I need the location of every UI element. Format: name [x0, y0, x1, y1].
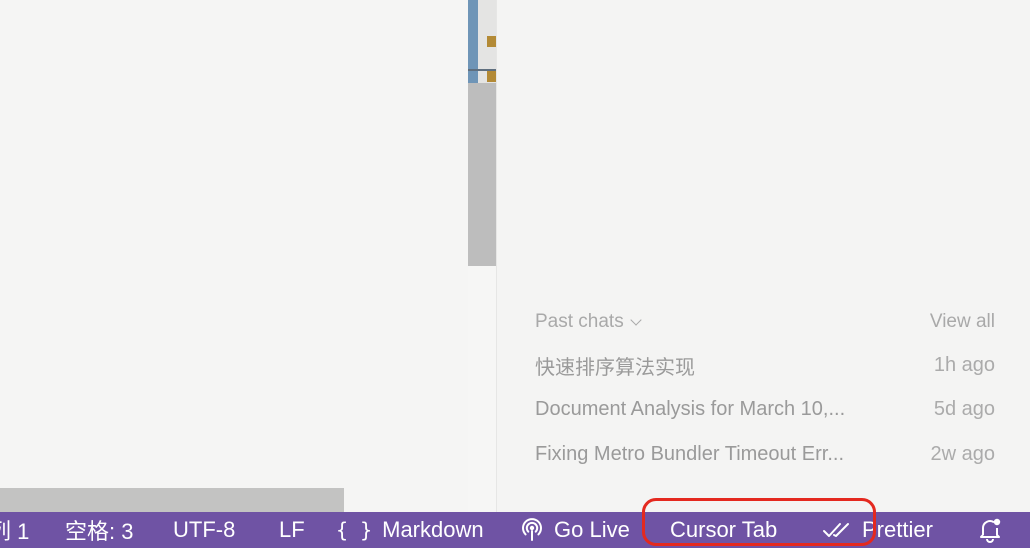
chat-item-title: Document Analysis for March 10,...	[535, 398, 846, 421]
chevron-down-icon	[630, 313, 642, 326]
go-live-button[interactable]: Go Live	[520, 512, 630, 548]
bell-icon	[976, 516, 1004, 544]
minimap-content-marker	[487, 36, 496, 47]
chat-item-title: 快速排序算法实现	[535, 356, 695, 379]
status-eol-label: LF	[279, 517, 305, 542]
past-chats-header: Past chats View all	[535, 308, 995, 336]
view-all-link[interactable]: View all	[930, 311, 995, 333]
past-chats-label: Past chats	[535, 311, 624, 332]
status-spaces-label: 空格: 3	[65, 519, 134, 544]
status-bar: 列 1 空格: 3 UTF-8 LF { } Markdown Go Live …	[0, 512, 1030, 548]
status-language-mode[interactable]: { } Markdown	[336, 512, 484, 548]
past-chats-toggle[interactable]: Past chats	[535, 311, 642, 333]
past-chats-list: 快速排序算法实现 1h ago Document Analysis for Ma…	[535, 343, 995, 477]
status-cursor-column[interactable]: 列 1	[0, 512, 29, 548]
prettier-label: Prettier	[862, 517, 933, 542]
cursor-tab-button[interactable]: Cursor Tab	[670, 512, 777, 548]
status-eol[interactable]: LF	[279, 512, 305, 548]
chat-list-item[interactable]: Fixing Metro Bundler Timeout Err... 2w a…	[535, 432, 995, 477]
app-window: Past chats View all 快速排序算法实现 1h ago Docu…	[0, 0, 1030, 548]
notifications-button[interactable]	[976, 512, 1004, 548]
chat-item-title: Fixing Metro Bundler Timeout Err...	[535, 442, 845, 465]
go-live-label: Go Live	[554, 517, 630, 542]
status-column-label: 列 1	[0, 519, 30, 544]
chat-panel: Past chats View all 快速排序算法实现 1h ago Docu…	[497, 0, 1030, 512]
status-language-label: Markdown	[382, 517, 484, 542]
chat-item-time: 2w ago	[930, 442, 996, 465]
braces-icon: { }	[336, 518, 373, 542]
chat-list-item[interactable]: 快速排序算法实现 1h ago	[535, 343, 995, 388]
status-indentation[interactable]: 空格: 3	[65, 512, 133, 548]
chat-item-time: 5d ago	[933, 398, 995, 421]
minimap-content-marker	[487, 71, 496, 82]
chat-item-time: 1h ago	[933, 353, 995, 376]
editor-horizontal-scrollbar[interactable]	[0, 488, 344, 512]
editor-pane[interactable]	[0, 0, 468, 512]
status-encoding[interactable]: UTF-8	[173, 512, 235, 548]
status-encoding-label: UTF-8	[173, 517, 236, 542]
broadcast-icon	[520, 518, 544, 542]
double-check-icon	[822, 519, 852, 541]
chat-list-item[interactable]: Document Analysis for March 10,... 5d ag…	[535, 388, 995, 433]
prettier-button[interactable]: Prettier	[822, 512, 933, 548]
minimap[interactable]	[468, 0, 497, 512]
cursor-tab-label: Cursor Tab	[670, 517, 778, 542]
